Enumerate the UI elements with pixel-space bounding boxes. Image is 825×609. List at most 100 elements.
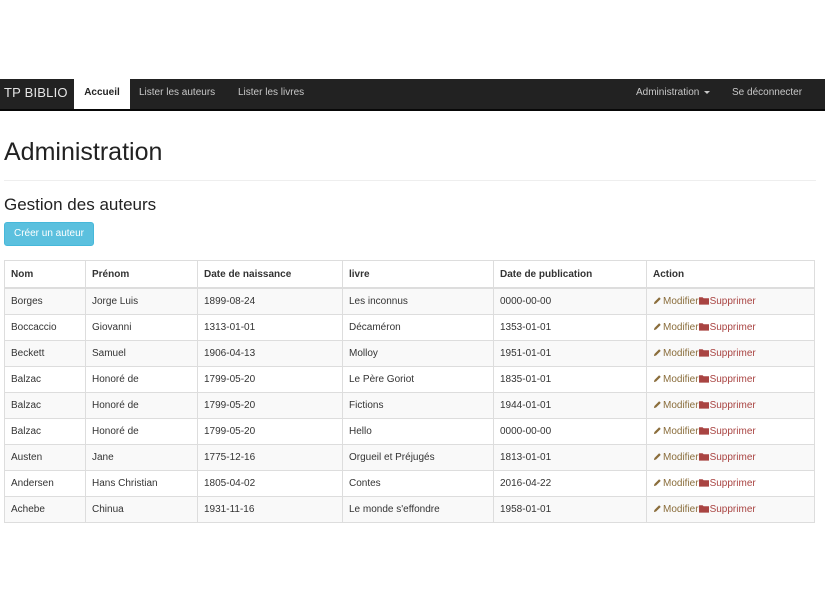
edit-link-label: Modifier (663, 374, 699, 386)
create-author-button[interactable]: Créer un auteur (4, 222, 94, 246)
delete-link-label: Supprimer (709, 296, 756, 308)
delete-link[interactable]: Supprimer (698, 478, 756, 490)
pencil-icon (653, 296, 662, 308)
cell-livre: Le monde s'effondre (342, 496, 494, 523)
folder-icon (698, 504, 709, 516)
caret-down-icon (704, 90, 711, 94)
cell-date-naissance: 1799-05-20 (197, 418, 343, 445)
nav-item-lister-auteurs[interactable]: Lister les auteurs (139, 79, 215, 109)
cell-prenom: Jane (85, 444, 198, 471)
page-title: Administration (4, 138, 163, 166)
cell-date-publication: 2016-04-22 (493, 470, 647, 497)
cell-livre: Contes (342, 470, 494, 497)
delete-link[interactable]: Supprimer (698, 322, 756, 334)
cell-nom: Boccaccio (4, 314, 86, 341)
cell-nom: Balzac (4, 392, 86, 419)
delete-link-label: Supprimer (709, 348, 756, 360)
cell-prenom: Honoré de (85, 418, 198, 445)
edit-link[interactable]: Modifier (653, 374, 699, 385)
folder-icon (698, 296, 709, 308)
edit-link-label: Modifier (663, 400, 699, 412)
edit-link[interactable]: Modifier (653, 400, 699, 411)
cell-action: Modifier Supprimer (646, 418, 815, 445)
cell-date-publication: 1835-01-01 (493, 366, 647, 393)
cell-date-publication: 1813-01-01 (493, 444, 647, 471)
cell-nom: Beckett (4, 340, 86, 367)
edit-link-label: Modifier (663, 478, 699, 490)
delete-link[interactable]: Supprimer (698, 504, 756, 516)
delete-link-label: Supprimer (709, 504, 756, 516)
table-row: Balzac Honoré de 1799-05-20 Le Père Goriot 1… (4, 366, 815, 393)
delete-link[interactable]: Supprimer (698, 400, 756, 411)
cell-prenom: Samuel (85, 340, 198, 367)
cell-prenom: Honoré de (85, 366, 198, 393)
edit-link-label: Modifier (663, 452, 699, 464)
delete-link[interactable]: Supprimer (698, 296, 756, 308)
cell-action: Modifier Supprimer (646, 392, 815, 419)
pencil-icon (653, 322, 662, 334)
admin-dropdown[interactable]: Administration (636, 79, 711, 109)
navbar-brand[interactable]: TP BIBLIO (4, 79, 68, 109)
nav-item-lister-livres[interactable]: Lister les livres (238, 79, 304, 109)
cell-date-publication: 1944-01-01 (493, 392, 647, 419)
cell-date-naissance: 1931-11-16 (197, 496, 343, 523)
cell-date-naissance: 1906-04-13 (197, 340, 343, 367)
table-row: Balzac Honoré de 1799-05-20 Hello 0000-00-00… (4, 418, 815, 445)
authors-table: Nom Prénom Date de naissance livre Date … (4, 260, 815, 523)
delete-link[interactable]: Supprimer (698, 452, 756, 464)
cell-livre: Molloy (342, 340, 494, 367)
edit-link-label: Modifier (663, 504, 699, 516)
cell-date-publication: 1958-01-01 (493, 496, 647, 523)
cell-nom: Austen (4, 444, 86, 471)
delete-link-label: Supprimer (709, 322, 756, 334)
table-row: Andersen Hans Christian 1805-04-02 Contes 20… (4, 470, 815, 497)
cell-date-naissance: 1775-12-16 (197, 444, 343, 471)
pencil-icon (653, 504, 662, 516)
page-header-divider (4, 180, 816, 181)
edit-link[interactable]: Modifier (653, 426, 699, 437)
cell-date-naissance: 1805-04-02 (197, 470, 343, 497)
edit-link[interactable]: Modifier (653, 504, 699, 515)
cell-nom: Balzac (4, 418, 86, 445)
delete-link[interactable]: Supprimer (698, 426, 756, 438)
delete-link[interactable]: Supprimer (698, 374, 756, 385)
folder-icon (698, 426, 709, 438)
cell-livre: Fictions (342, 392, 494, 419)
cell-action: Modifier Supprimer (646, 470, 815, 497)
edit-link[interactable]: Modifier (653, 296, 699, 307)
delete-link[interactable]: Supprimer (698, 348, 756, 360)
delete-link-label: Supprimer (709, 452, 756, 464)
table-row: Beckett Samuel 1906-04-13 Molloy 1951-01-01 M… (4, 340, 815, 367)
cell-livre: Les inconnus (342, 287, 494, 315)
cell-date-publication: 1951-01-01 (493, 340, 647, 367)
table-row: Austen Jane 1775-12-16 Orgueil et Préjugés 1… (4, 444, 815, 471)
cell-date-naissance: 1899-08-24 (197, 287, 343, 315)
cell-livre: Le Père Goriot (342, 366, 494, 393)
folder-icon (698, 348, 709, 360)
cell-action: Modifier Supprimer (646, 287, 815, 315)
header-date-naissance: Date de naissance (197, 260, 343, 289)
edit-link[interactable]: Modifier (653, 322, 699, 333)
cell-date-naissance: 1313-01-01 (197, 314, 343, 341)
cell-action: Modifier Supprimer (646, 314, 815, 341)
cell-prenom: Giovanni (85, 314, 198, 341)
header-prenom: Prénom (85, 260, 198, 289)
edit-link-label: Modifier (663, 426, 699, 438)
pencil-icon (653, 452, 662, 464)
cell-date-naissance: 1799-05-20 (197, 392, 343, 419)
cell-prenom: Jorge Luis (85, 287, 198, 315)
table-header-row: Nom Prénom Date de naissance livre Date … (4, 260, 815, 289)
edit-link[interactable]: Modifier (653, 348, 699, 359)
logout-link[interactable]: Se déconnecter (732, 79, 802, 109)
edit-link[interactable]: Modifier (653, 478, 699, 489)
cell-nom: Achebe (4, 496, 86, 523)
edit-link[interactable]: Modifier (653, 452, 699, 463)
pencil-icon (653, 478, 662, 490)
cell-date-publication: 0000-00-00 (493, 418, 647, 445)
folder-icon (698, 478, 709, 490)
table-row: Achebe Chinua 1931-11-16 Le monde s'effondr… (4, 496, 815, 523)
nav-item-accueil[interactable]: Accueil (74, 79, 130, 109)
cell-livre: Décaméron (342, 314, 494, 341)
cell-livre: Hello (342, 418, 494, 445)
folder-icon (698, 322, 709, 334)
